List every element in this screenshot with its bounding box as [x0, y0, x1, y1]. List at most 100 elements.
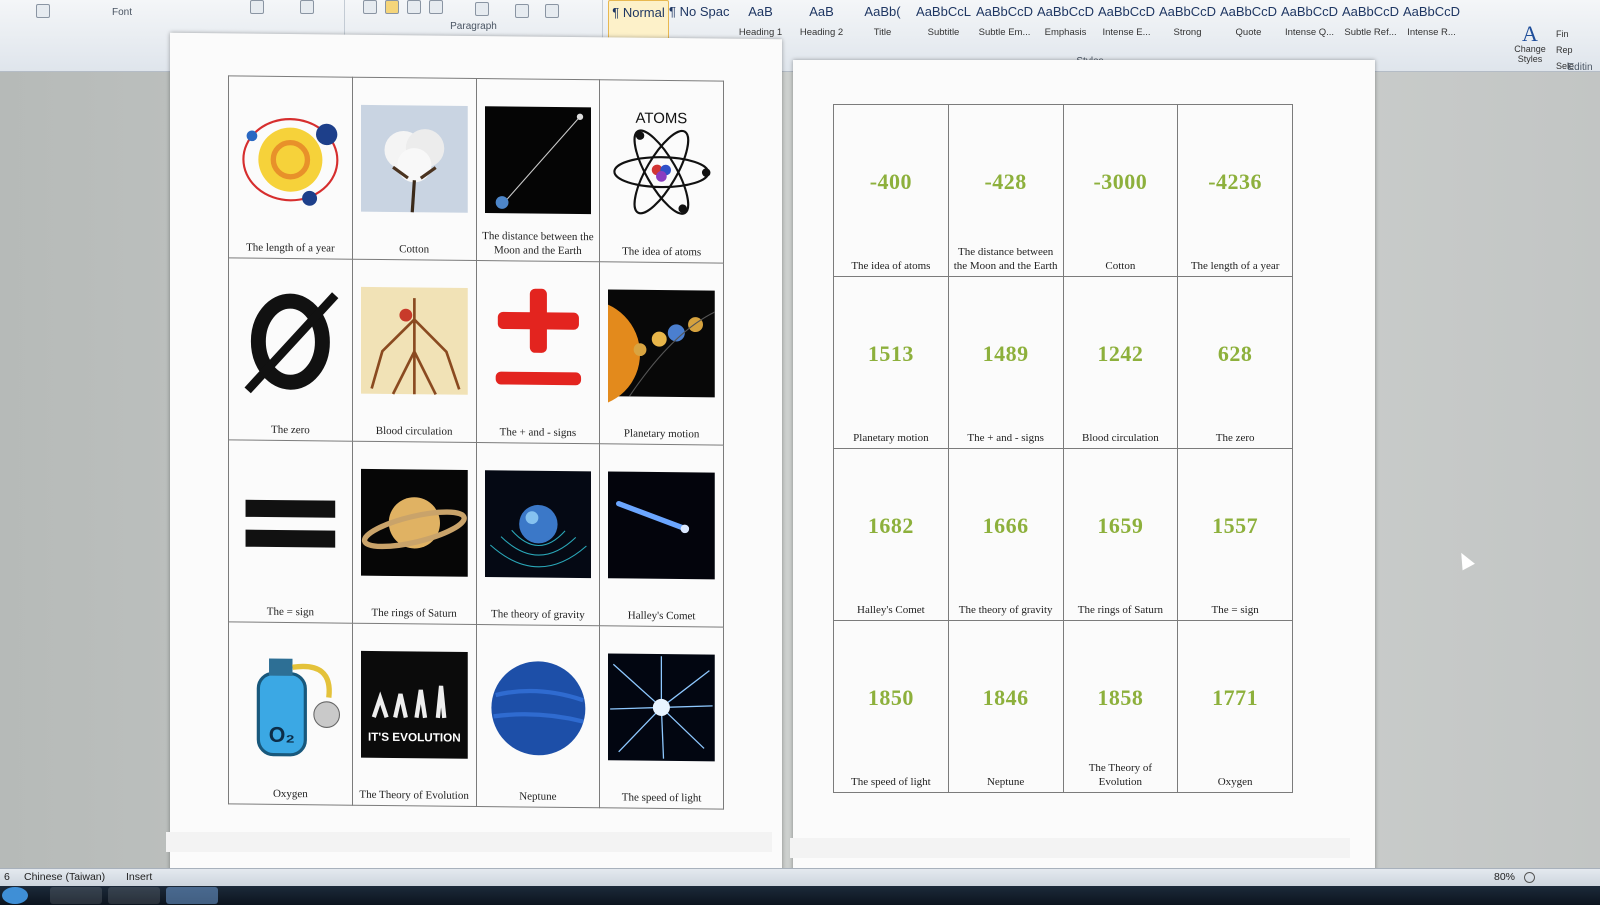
cell-caption: Oxygen: [1217, 776, 1253, 788]
picture-cell[interactable]: The distance between the Moon and the Ea…: [476, 78, 600, 262]
year-cell[interactable]: 1846 Neptune: [947, 620, 1064, 793]
year-value: 1850: [867, 685, 914, 710]
chrome-taskbar-icon[interactable]: [50, 887, 102, 904]
page-right[interactable]: -400 The idea of atoms -428 The distance be…: [793, 60, 1375, 900]
style-item[interactable]: AaBbCcD Quote: [1218, 0, 1279, 46]
style-item[interactable]: AaBbCcD Strong: [1157, 0, 1218, 46]
gravity-icon: [484, 453, 592, 595]
style-item[interactable]: AaB Heading 2: [791, 0, 852, 46]
style-preview: AaBb(: [864, 4, 901, 19]
document-area[interactable]: The length of a year Cotton The distance b…: [0, 32, 1600, 900]
borders-icon[interactable]: [545, 4, 559, 18]
cell-caption: The length of a year: [1190, 260, 1280, 272]
picture-cell[interactable]: ATOMS The idea of atoms: [599, 79, 724, 264]
year-cell[interactable]: 1682 Halley's Comet: [833, 448, 949, 621]
picture-cell[interactable]: The length of a year: [228, 75, 353, 260]
style-preview: AaBbCcD: [975, 4, 1034, 19]
picture-cell[interactable]: The theory of gravity: [476, 442, 600, 626]
style-name: Strong: [1173, 27, 1202, 38]
planetary-motion-icon: [608, 272, 715, 414]
paragraph-group-label: Paragraph: [450, 21, 497, 32]
picture-cell[interactable]: Halley's Comet: [599, 443, 724, 628]
style-item[interactable]: AaBb(Title: [852, 0, 913, 46]
style-name: Intense E...: [1102, 27, 1151, 38]
style-item[interactable]: AaBbCcL Subtitle: [913, 0, 974, 46]
year-cell[interactable]: -428 The distance between the Moon and th…: [947, 104, 1064, 277]
page-number[interactable]: 6: [4, 871, 10, 883]
year-cell[interactable]: -400 The idea of atoms: [833, 104, 949, 277]
style-item[interactable]: AaBbCcD Emphasis: [1035, 0, 1096, 46]
table-row: 1682 Halley's Comet 1666 The theory of grav…: [833, 448, 1293, 621]
zoom-out-icon[interactable]: [1524, 872, 1535, 883]
year-cell[interactable]: 1659 The rings of Saturn: [1062, 448, 1179, 621]
style-preview: AaB: [809, 4, 834, 19]
align-left-icon[interactable]: [363, 0, 377, 14]
style-name: Heading 1: [738, 27, 783, 38]
picture-cell[interactable]: Cotton: [352, 77, 476, 261]
year-cell[interactable]: -3000 Cotton: [1062, 104, 1179, 277]
cell-caption: The + and - signs: [499, 426, 577, 440]
page-left[interactable]: The length of a year Cotton The distance b…: [170, 32, 782, 900]
table-row: The length of a year Cotton The distance b…: [228, 75, 724, 264]
cell-caption: The Theory of Evolution: [359, 788, 469, 802]
style-item[interactable]: AaBbCcD Intense R...: [1401, 0, 1462, 46]
cell-caption: The idea of atoms: [622, 245, 702, 259]
year-cell[interactable]: -4236 The length of a year: [1177, 104, 1293, 277]
cell-caption: Neptune: [519, 790, 557, 803]
year-cell[interactable]: 1850 The speed of light: [833, 620, 949, 793]
style-preview: ¶ No Spac...: [669, 4, 730, 19]
picture-cell[interactable]: O₂ Oxygen: [228, 621, 353, 806]
equals-sign-icon: [237, 450, 344, 592]
style-preview: AaBbCcD: [1158, 4, 1217, 19]
zoom-level[interactable]: 80%: [1494, 871, 1515, 883]
picture-cell[interactable]: IT'S EVOLUTION The Theory of Evolution: [352, 623, 476, 807]
picture-cell[interactable]: Neptune: [476, 624, 600, 808]
cell-caption: The theory of gravity: [958, 604, 1053, 616]
replace-button[interactable]: Rep: [1556, 42, 1574, 58]
year-cell[interactable]: 1242 Blood circulation: [1062, 276, 1179, 449]
change-styles-button[interactable]: A Change Styles: [1508, 23, 1552, 65]
align-right-icon[interactable]: [407, 0, 421, 14]
picture-cell[interactable]: Blood circulation: [352, 259, 476, 443]
year-cell[interactable]: 1557 The = sign: [1177, 448, 1293, 621]
explorer-taskbar-icon[interactable]: [108, 887, 160, 904]
year-cell[interactable]: 1771 Oxygen: [1177, 620, 1293, 793]
style-item[interactable]: AaBbCcD Subtle Ref...: [1340, 0, 1401, 46]
style-name: Emphasis: [1044, 27, 1087, 38]
style-item[interactable]: AaBbCcD Subtle Em...: [974, 0, 1035, 46]
picture-cell[interactable]: The zero: [228, 257, 353, 442]
align-center-icon[interactable]: [385, 0, 399, 14]
picture-cell[interactable]: The + and - signs: [476, 260, 600, 444]
cell-caption: The idea of atoms: [851, 260, 931, 272]
line-spacing-icon[interactable]: [475, 2, 489, 16]
picture-cell[interactable]: Planetary motion: [599, 261, 724, 446]
shading-icon[interactable]: [515, 4, 529, 18]
year-cell[interactable]: 1666 The theory of gravity: [947, 448, 1064, 621]
insert-mode-indicator[interactable]: Insert: [126, 871, 152, 883]
year-value: 1557: [1212, 513, 1259, 538]
table-row: The zero Blood circulation The + and - sig…: [228, 257, 724, 446]
year-value: -400: [869, 169, 913, 194]
year-cell[interactable]: 1489 The + and - signs: [947, 276, 1064, 449]
change-styles-label: Change Styles: [1514, 44, 1546, 64]
year-cell[interactable]: 628 The zero: [1177, 276, 1293, 449]
year-value: 1771: [1212, 685, 1259, 710]
table-row: The = sign The rings of Saturn The theory …: [228, 439, 724, 628]
start-button-icon[interactable]: [2, 887, 28, 904]
style-item[interactable]: AaBbCcD Intense E...: [1096, 0, 1157, 46]
year-cell[interactable]: 1858 The Theory of Evolution: [1062, 620, 1179, 793]
atom-icon: ATOMS: [608, 90, 715, 232]
cell-caption: Halley's Comet: [857, 604, 925, 616]
language-indicator[interactable]: Chinese (Taiwan): [24, 871, 105, 883]
svg-text:ATOMS: ATOMS: [636, 110, 688, 128]
style-name: Subtle Em...: [978, 27, 1031, 38]
picture-cell[interactable]: The = sign: [228, 439, 353, 624]
picture-cell[interactable]: The rings of Saturn: [352, 441, 476, 625]
justify-icon[interactable]: [429, 0, 443, 14]
find-button[interactable]: Fin: [1556, 26, 1574, 42]
year-cell[interactable]: 1513 Planetary motion: [833, 276, 949, 449]
word-taskbar-icon[interactable]: [166, 887, 218, 904]
style-item[interactable]: AaBbCcD Intense Q...: [1279, 0, 1340, 46]
cotton-icon: [360, 88, 468, 230]
picture-cell[interactable]: The speed of light: [599, 625, 724, 810]
